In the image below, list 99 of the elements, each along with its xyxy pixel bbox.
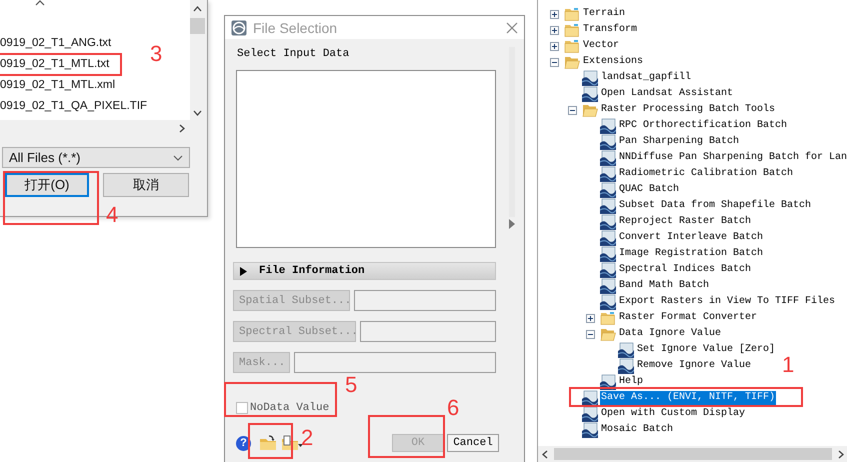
tree-item[interactable]: Image Registration Batch	[618, 247, 764, 261]
tool-icon	[600, 214, 616, 230]
file-name[interactable]: 0919_02_T1_MTL.xml	[0, 75, 116, 96]
tree-item[interactable]: Remove Ignore Value	[636, 359, 752, 373]
step-number: 5	[345, 374, 358, 396]
section-heading: Select Input Data	[237, 48, 350, 61]
tool-icon	[600, 166, 616, 182]
step-number: 4	[106, 204, 118, 226]
scroll-right-icon[interactable]	[838, 450, 844, 458]
app-icon	[231, 20, 247, 36]
step-number: 6	[447, 397, 460, 419]
file-information-bar[interactable]: File Information	[233, 262, 496, 280]
tool-icon	[600, 278, 616, 294]
expand-arrow-icon[interactable]	[508, 219, 514, 229]
file-type-dropdown[interactable]: All Files (*.*)	[2, 147, 190, 168]
folder-icon	[564, 6, 580, 22]
tree-item[interactable]: Transform	[582, 23, 638, 37]
folder-icon	[564, 54, 580, 70]
tree-item[interactable]: Open Landsat Assistant	[600, 87, 734, 101]
tree-item[interactable]: Convert Interleave Batch	[618, 231, 764, 245]
tree-item[interactable]: Pan Sharpening Batch	[618, 135, 740, 149]
tool-icon	[600, 118, 616, 134]
cancel-button[interactable]: Cancel	[447, 434, 499, 452]
folder-icon	[564, 22, 580, 38]
tool-icon	[600, 198, 616, 214]
tree-item[interactable]: Save As... (ENVI, NITF, TIFF)	[600, 391, 776, 405]
folder-icon	[600, 326, 616, 342]
tree-item[interactable]: RPC Orthorectification Batch	[618, 119, 788, 133]
tree-item[interactable]: Export Rasters in View To TIFF Files	[618, 295, 836, 309]
step-number: 1	[782, 354, 794, 376]
file-name[interactable]: 0919_02_T1_MTL.txt	[0, 54, 110, 75]
close-icon[interactable]	[506, 22, 518, 34]
tool-icon	[582, 390, 598, 406]
tool-icon	[618, 342, 634, 358]
checkbox[interactable]	[236, 402, 248, 414]
folder-icon	[564, 38, 580, 54]
tree-item[interactable]: Open with Custom Display	[600, 407, 746, 421]
tree-item[interactable]: Subset Data from Shapefile Batch	[618, 199, 812, 213]
input-field[interactable]	[294, 352, 496, 373]
tree-item[interactable]: Vector	[582, 39, 620, 53]
tool-icon	[600, 262, 616, 278]
tree-item[interactable]: Raster Format Converter	[618, 311, 758, 325]
folder-menu-icon[interactable]	[281, 435, 303, 451]
open-folder-icon[interactable]	[259, 435, 277, 451]
scroll-down-icon[interactable]	[193, 110, 202, 116]
tree-item[interactable]: NNDiffuse Pan Sharpening Batch for Lan	[618, 151, 847, 165]
checkbox-label: NoData Value	[250, 402, 330, 414]
expand-icon[interactable]	[550, 26, 559, 34]
expand-icon[interactable]	[550, 42, 559, 50]
tool-icon	[600, 182, 616, 198]
tool-icon	[582, 422, 598, 438]
tool-icon	[600, 294, 616, 310]
caret-up-icon[interactable]	[35, 0, 45, 6]
scroll-up-icon[interactable]	[193, 6, 202, 12]
highlight-box	[248, 423, 293, 459]
window-title: File Selection	[253, 20, 338, 36]
open-button[interactable]: 打开(O)	[5, 173, 89, 197]
step-number: 3	[150, 43, 162, 65]
file-name[interactable]: 0919_02_T1_QA_PIXEL.TIF	[0, 96, 148, 117]
tree-item[interactable]: Raster Processing Batch Tools	[600, 103, 776, 117]
step-number: 2	[301, 427, 314, 449]
cancel-button[interactable]: 取消	[103, 173, 189, 197]
scrollbar-thumb[interactable]	[190, 18, 205, 34]
tree-item[interactable]: Band Math Batch	[618, 279, 710, 293]
expand-icon[interactable]	[550, 10, 559, 18]
tool-icon	[600, 374, 616, 390]
tool-icon	[618, 358, 634, 374]
scroll-right-icon[interactable]	[179, 124, 185, 132]
tool-icon	[600, 150, 616, 166]
tree-item[interactable]: Spectral Indices Batch	[618, 263, 752, 277]
horizontal-scrollbar[interactable]	[538, 446, 847, 462]
input-field[interactable]	[354, 290, 496, 311]
file-name[interactable]: 0919_02_T1_ANG.txt	[0, 33, 112, 54]
collapse-icon[interactable]	[586, 330, 595, 338]
chevron-down-icon[interactable]	[173, 154, 183, 160]
tree-item[interactable]: Mosaic Batch	[600, 423, 674, 437]
scroll-left-icon[interactable]	[542, 450, 548, 458]
tool-icon	[600, 246, 616, 262]
tree-item[interactable]: Terrain	[582, 7, 626, 21]
input-data-list[interactable]	[236, 70, 496, 248]
collapse-icon[interactable]	[550, 58, 559, 66]
tool-icon	[600, 230, 616, 246]
input-field[interactable]	[360, 321, 496, 342]
folder-icon	[582, 102, 598, 118]
tool-icon	[582, 70, 598, 86]
tree-item[interactable]: Reproject Raster Batch	[618, 215, 752, 229]
tree-item[interactable]: Radiometric Calibration Batch	[618, 167, 794, 181]
tool-icon	[582, 406, 598, 422]
tree-item[interactable]: Extensions	[582, 55, 644, 69]
tree-item[interactable]: Help	[618, 375, 644, 389]
expand-icon[interactable]	[586, 314, 595, 322]
tree-item[interactable]: Set Ignore Value [Zero]	[636, 343, 776, 357]
tree-item[interactable]: Data Ignore Value	[618, 327, 722, 341]
tool-icon	[600, 134, 616, 150]
tree-item[interactable]: landsat_gapfill	[600, 71, 692, 85]
tool-icon	[582, 86, 598, 102]
tree-item[interactable]: QUAC Batch	[618, 183, 680, 197]
collapse-icon[interactable]	[568, 106, 577, 114]
folder-icon	[600, 310, 616, 326]
